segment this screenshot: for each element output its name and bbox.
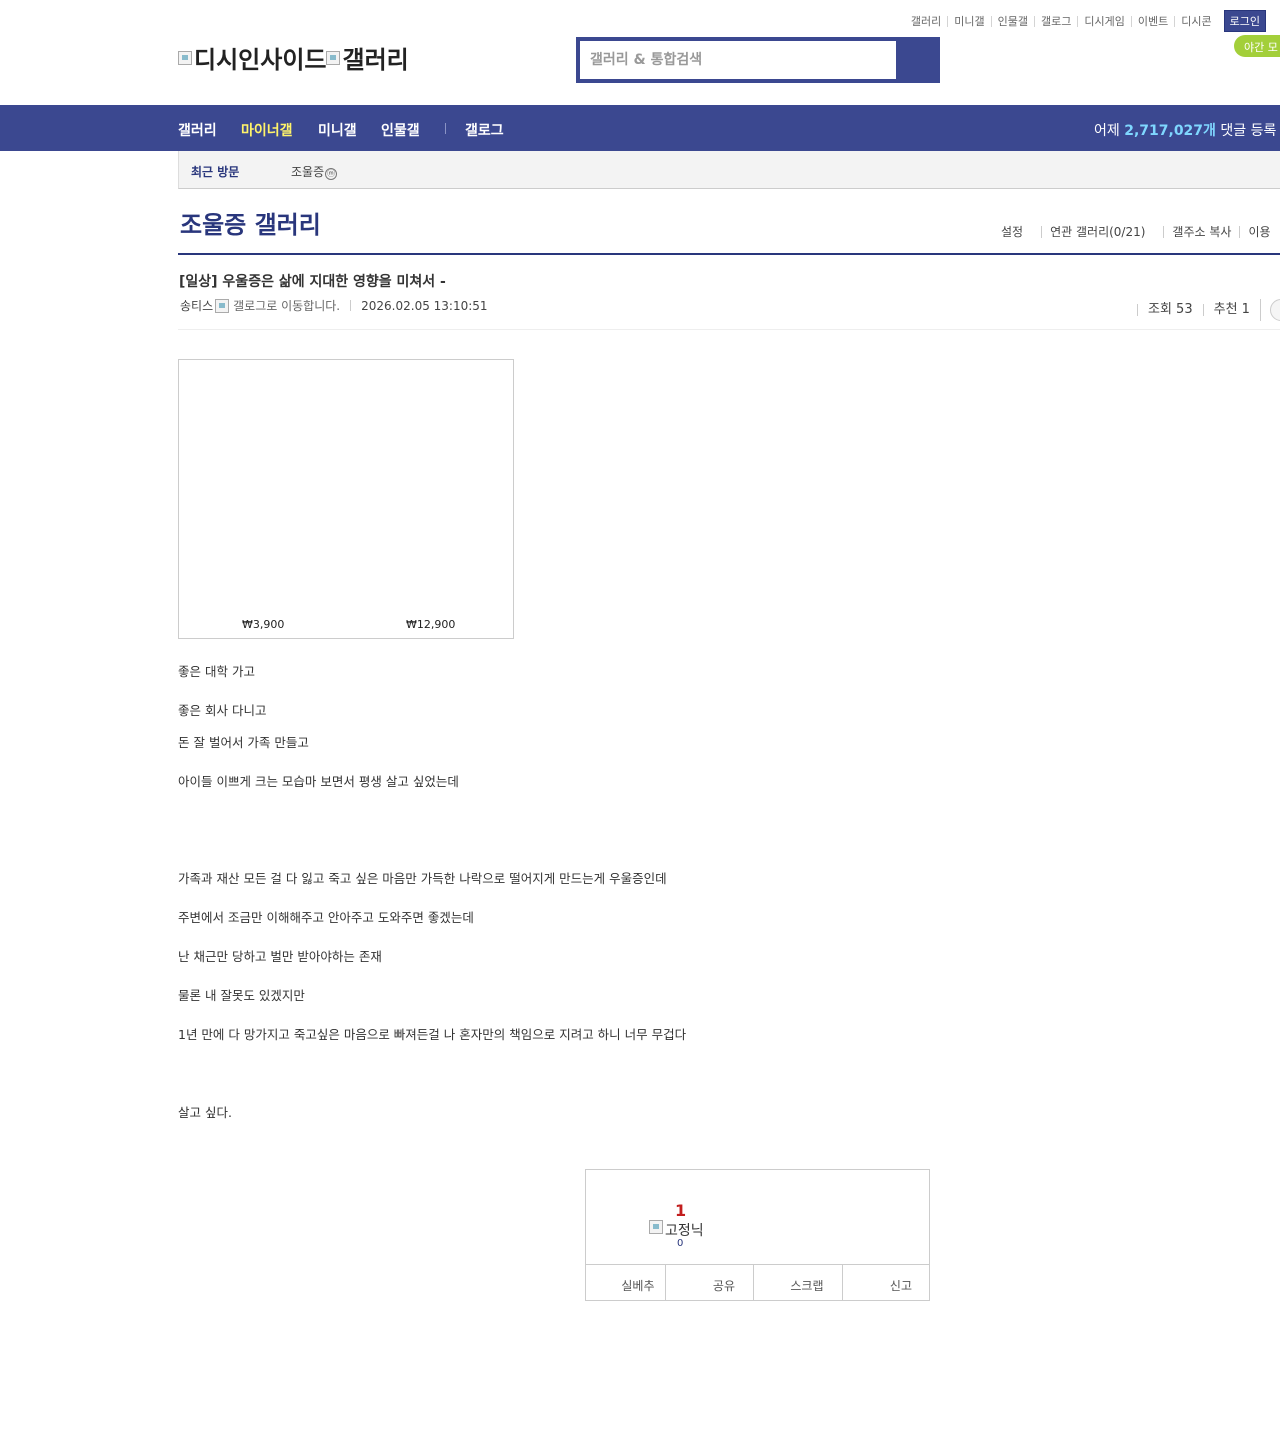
share-button[interactable]: 공유 [664, 1265, 754, 1301]
post-stats: 조회 53 추천 1 [1137, 299, 1280, 321]
broken-image-icon [326, 50, 341, 65]
post-body-line: 주변에서 조금만 이해해주고 안아주고 도와주면 좋겠는데 [178, 910, 474, 925]
post-author[interactable]: 송티스 [180, 297, 213, 314]
post-recommend-count: 추천 1 [1202, 303, 1260, 316]
main-nav: 갤러리 마이너갤 미니갤 인물갤 갤로그 어제 2,717,027개 댓글 등록 [0, 105, 1280, 151]
nav-item-minigall[interactable]: 미니갤 [318, 120, 357, 140]
comment-stat: 어제 2,717,027개 댓글 등록 [1094, 120, 1276, 140]
scrap-button[interactable]: 스크랩 [753, 1265, 842, 1301]
minor-gallery-icon: ⓜ [325, 168, 338, 180]
broken-image-icon [178, 50, 192, 65]
report-button[interactable]: 신고 [841, 1265, 931, 1301]
more-options-icon[interactable] [1269, 299, 1280, 321]
gallog-icon[interactable] [215, 298, 230, 313]
logo-site-text: 디시인사이드 [194, 46, 327, 74]
search-box [576, 37, 940, 83]
info-divider [350, 300, 352, 311]
nav-divider [445, 123, 446, 134]
post-views: 조회 53 [1137, 303, 1203, 316]
nav-item-minorgall[interactable]: 마이너갤 [241, 120, 293, 140]
search-button[interactable] [896, 41, 936, 79]
post-body-line: 물론 내 잘못도 있겠지만 [178, 988, 305, 1003]
gallog-link-text[interactable]: 갤로그로 이동합니다. [233, 297, 340, 314]
recent-visits-bar: 최근 방문 조울증 ⓜ [178, 151, 1280, 189]
search-input[interactable] [580, 41, 896, 79]
util-link-dcgame[interactable]: 디시게임 [1077, 15, 1130, 27]
usage-link[interactable]: 이용 [1239, 226, 1278, 238]
image-price-1: ₩3,900 [242, 618, 285, 631]
util-link-gallog[interactable]: 갤로그 [1034, 15, 1077, 27]
post-body-line: 1년 만에 다 망가지고 죽고싶은 마음으로 빠져든걸 나 혼자만의 책임으로 … [178, 1027, 687, 1042]
gallery-title-divider [178, 253, 1280, 255]
gallery-tools: 설정 연관 갤러리(0/21) 갤주소 복사 이용 [1001, 226, 1279, 238]
post-body-line: 좋은 대학 가고 [178, 664, 255, 679]
gallery-title[interactable]: 조울증 갤러리 [180, 205, 321, 240]
post-action-buttons: 실베추 공유 스크랩 신고 [585, 1264, 930, 1301]
comment-stat-prefix: 어제 [1094, 123, 1125, 139]
post-date: 2026.02.05 13:10:51 [361, 298, 488, 313]
recent-gallery-name: 조울증 [291, 165, 325, 179]
login-button[interactable]: 로그인 [1223, 10, 1266, 32]
post-body-line: 아이들 이쁘게 크는 모습마 보면서 평생 살고 싶었는데 [178, 774, 459, 789]
more-options-wrap [1259, 299, 1280, 321]
util-link-persongall[interactable]: 인물갤 [990, 15, 1034, 27]
util-link-minigall[interactable]: 미니갤 [947, 15, 990, 27]
settings-link[interactable]: 설정 [1001, 226, 1041, 238]
post-body-line: 살고 싶다. [178, 1105, 232, 1120]
post-image[interactable]: ₩3,900 ₩12,900 [178, 359, 514, 639]
nav-item-gallog[interactable]: 갤로그 [465, 120, 504, 140]
comment-stat-value: 2,717,027개 [1124, 123, 1216, 139]
post-body-line: 돈 잘 벌어서 가족 만들고 [178, 735, 309, 750]
post-body-line: 좋은 회사 다니고 [178, 703, 267, 718]
copy-gallery-url-link[interactable]: 갤주소 복사 [1163, 226, 1239, 238]
top-util-menu: 갤러리 미니갤 인물갤 갤로그 디시게임 이벤트 디시콘 로그인 [905, 10, 1266, 32]
nav-item-persongall[interactable]: 인물갤 [381, 120, 420, 140]
post-title: [일상] 우울증은 삶에 지대한 영향을 미쳐서 - [179, 274, 446, 290]
post-body-line: 난 채근만 당하고 벌만 받아야하는 존재 [178, 949, 382, 964]
post-body-line: 가족과 재산 모든 걸 다 잃고 죽고 싶은 마음만 가득한 나락으로 떨어지게… [178, 871, 667, 886]
fixed-nick-label: 고정닉 [649, 1220, 704, 1240]
best-recommend-button[interactable]: 실베추 [585, 1265, 665, 1301]
recent-gallery-link[interactable]: 조울증 ⓜ [291, 163, 338, 180]
post-info: 송티스 갤로그로 이동합니다. 2026.02.05 13:10:51 [180, 297, 488, 314]
broken-image-icon [649, 1220, 663, 1234]
fixed-recommend-count: 1 [675, 1201, 687, 1220]
nav-item-gallery[interactable]: 갤러리 [178, 120, 217, 140]
fixed-nick-count: 0 [677, 1238, 684, 1249]
site-logo[interactable]: 디시인사이드 갤러리 [178, 40, 409, 75]
post-header-divider [178, 329, 1280, 330]
util-link-gallery[interactable]: 갤러리 [905, 16, 947, 27]
recent-visits-label[interactable]: 최근 방문 [191, 163, 239, 180]
comment-stat-suffix: 댓글 등록 [1215, 123, 1277, 139]
util-link-dccon[interactable]: 디시콘 [1174, 15, 1217, 27]
util-link-event[interactable]: 이벤트 [1130, 15, 1174, 27]
related-gallery-link[interactable]: 연관 갤러리(0/21) [1041, 226, 1163, 238]
logo-section-text: 갤러리 [342, 46, 409, 74]
image-price-2: ₩12,900 [406, 618, 456, 631]
night-mode-button[interactable]: 야간 모 [1234, 35, 1280, 57]
recommend-box: 1 고정닉 0 실베추 공유 스크랩 신고 [585, 1169, 930, 1301]
fixed-nick-text: 고정닉 [665, 1223, 704, 1239]
